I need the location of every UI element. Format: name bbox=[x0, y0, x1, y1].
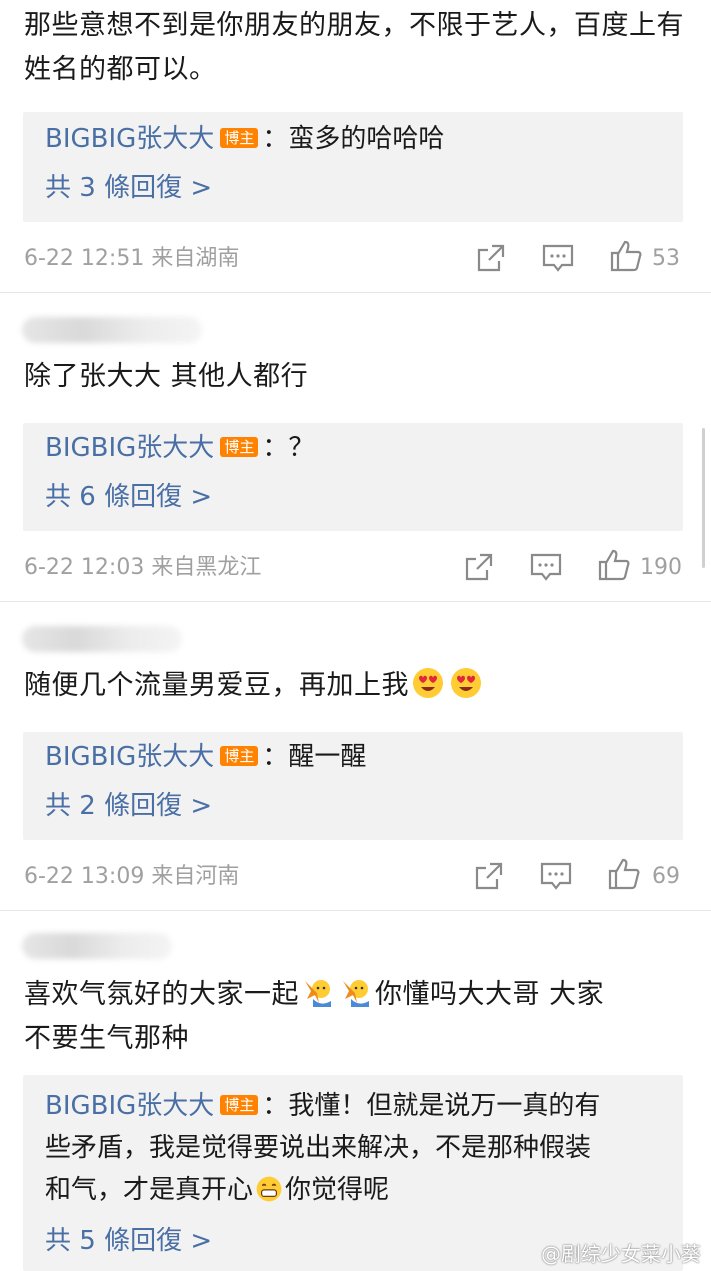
comment-text-part: 喜欢气氛好的大家一起 bbox=[24, 979, 299, 1010]
heart-eyes-emoji-icon bbox=[413, 668, 443, 698]
blogger-badge: 博主 bbox=[220, 128, 259, 148]
more-replies-link[interactable]: 共 5 條回復 > bbox=[45, 1221, 212, 1261]
comment-text: 喜欢气氛好的大家一起 你懂吗大大哥 大家不要生气那种 bbox=[24, 973, 687, 1061]
more-replies-link[interactable]: 共 3 條回復 > bbox=[45, 168, 212, 208]
reply-author-link[interactable]: BIGBIG张大大 bbox=[45, 742, 214, 772]
share-icon[interactable] bbox=[472, 859, 506, 893]
reply-content: ：醒一醒 bbox=[262, 742, 367, 772]
heart-eyes-emoji-icon bbox=[451, 668, 481, 698]
reply-line: BIGBIG张大大 博主 ：蛮多的哈哈哈 bbox=[45, 118, 665, 160]
username-blurred bbox=[22, 317, 202, 343]
reply-content: ：蛮多的哈哈哈 bbox=[262, 124, 445, 154]
reply-box[interactable]: BIGBIG张大大 博主 ：蛮多的哈哈哈 共 3 條回復 > bbox=[23, 112, 683, 222]
grinning-emoji-icon bbox=[256, 1176, 282, 1202]
comment-text: 那些意想不到是你朋友的朋友，不限于艺人，百度上有姓名的都可以。 bbox=[24, 10, 684, 85]
username-blurred bbox=[22, 626, 182, 652]
reply-author-link[interactable]: BIGBIG张大大 bbox=[45, 433, 214, 463]
reply-content: 些矛盾，我是觉得要说出来解决，不是那种假装 bbox=[45, 1133, 592, 1163]
more-replies-link[interactable]: 共 6 條回復 > bbox=[45, 477, 212, 517]
comment-meta: 6-22 12:03 来自黑龙江 bbox=[24, 555, 262, 580]
like-icon[interactable] bbox=[609, 239, 643, 273]
like-count: 53 bbox=[652, 246, 680, 271]
comment-text-part: 你懂吗大大哥 大家 bbox=[375, 979, 605, 1010]
comment-2: 除了张大大 其他人都行 BIGBIG张大大 博主：？ 共 6 條回復 > 6-22… bbox=[0, 293, 711, 601]
comment-text-content: 随便几个流量男爱豆，再加上我 bbox=[24, 670, 409, 701]
comment-icon[interactable] bbox=[529, 550, 563, 584]
comment-4: 喜欢气氛好的大家一起 你懂吗大大哥 大家不要生气那种 BIGBIG张大大 博主 ：我懂… bbox=[0, 911, 711, 1271]
like-icon[interactable] bbox=[607, 857, 641, 891]
comment-text: 随便几个流量男爱豆，再加上我 bbox=[24, 664, 687, 708]
reply-author-link[interactable]: BIGBIG张大大 bbox=[45, 124, 214, 154]
share-icon[interactable] bbox=[474, 241, 508, 275]
reply-line: BIGBIG张大大 博主 ：我懂！但就是说万一真的有些矛盾，我是觉得要说出来解决，不… bbox=[45, 1085, 665, 1211]
scrollbar[interactable] bbox=[702, 428, 705, 568]
comment-meta: 6-22 12:51 来自湖南 bbox=[24, 246, 240, 271]
reply-line: BIGBIG张大大 博主：？ bbox=[45, 427, 665, 469]
share-icon[interactable] bbox=[462, 550, 496, 584]
reply-content: 和气，才是真开心 bbox=[45, 1175, 254, 1205]
reply-content: ：我懂！但就是说万一真的有 bbox=[262, 1091, 601, 1121]
username-blurred bbox=[22, 933, 172, 959]
like-icon[interactable] bbox=[597, 548, 631, 582]
reply-author-link[interactable]: BIGBIG张大大 bbox=[45, 1091, 214, 1121]
more-replies-link[interactable]: 共 2 條回復 > bbox=[45, 786, 212, 826]
blogger-badge: 博主 bbox=[220, 746, 259, 766]
reply-line: BIGBIG张大大 博主 ：醒一醒 bbox=[45, 736, 665, 778]
like-count: 190 bbox=[640, 555, 682, 580]
reply-content: ：？ bbox=[262, 433, 315, 463]
reply-box[interactable]: BIGBIG张大大 博主 ：醒一醒 共 2 條回復 > bbox=[23, 732, 683, 840]
comment-meta: 6-22 13:09 来自河南 bbox=[24, 864, 240, 889]
cheer-emoji-icon bbox=[343, 980, 369, 1007]
reply-content: 你觉得呢 bbox=[285, 1175, 390, 1205]
comment-3: 随便几个流量男爱豆，再加上我 BIGBIG张大大 博主 ：醒一醒 共 2 條回復 >… bbox=[0, 602, 711, 910]
comment-text: 除了张大大 其他人都行 bbox=[24, 361, 309, 392]
comment-icon[interactable] bbox=[539, 859, 573, 893]
blogger-badge: 博主 bbox=[220, 1095, 259, 1115]
like-count: 69 bbox=[652, 864, 680, 889]
comment-icon[interactable] bbox=[541, 241, 575, 275]
comment-text-part: 不要生气那种 bbox=[24, 1023, 189, 1054]
cheer-emoji-icon bbox=[305, 980, 331, 1007]
comment-1: 那些意想不到是你朋友的朋友，不限于艺人，百度上有姓名的都可以。 BIGBIG张大… bbox=[0, 0, 711, 292]
blogger-badge: 博主 bbox=[220, 437, 259, 457]
watermark: @剧综少女菜小葵 bbox=[541, 1242, 701, 1266]
reply-box[interactable]: BIGBIG张大大 博主：？ 共 6 條回復 > bbox=[23, 423, 683, 531]
